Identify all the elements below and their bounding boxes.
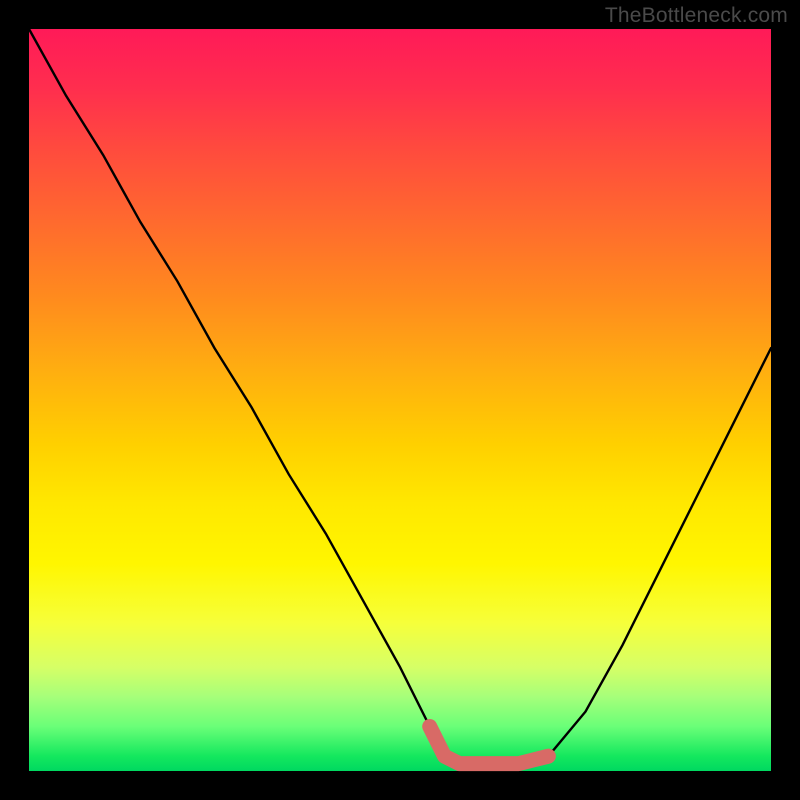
chart-svg <box>29 29 771 771</box>
bottleneck-curve <box>29 29 771 764</box>
plot-area <box>29 29 771 771</box>
highlight-segment <box>430 727 549 764</box>
watermark: TheBottleneck.com <box>605 4 788 28</box>
chart-frame: TheBottleneck.com <box>0 0 800 800</box>
